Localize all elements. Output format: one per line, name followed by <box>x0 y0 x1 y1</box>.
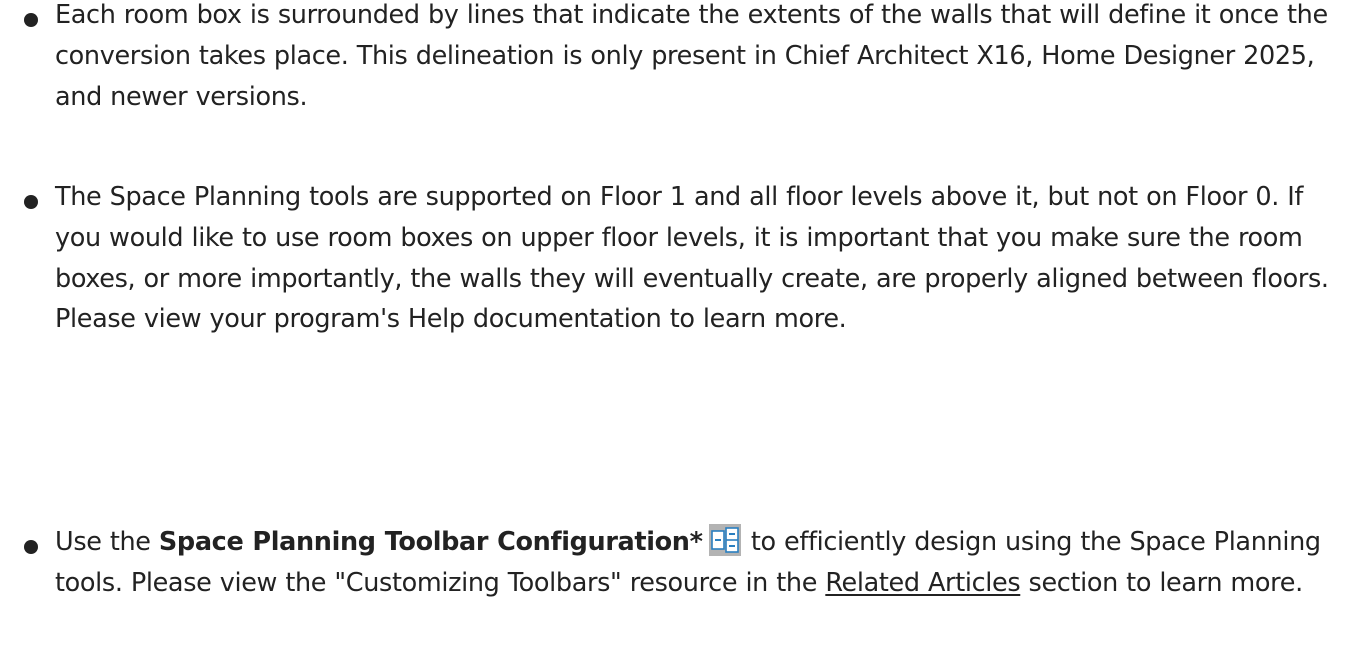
text-prefix: Use the <box>55 527 159 557</box>
bullet-text: The Space Planning tools are supported o… <box>55 182 1329 335</box>
bullet-dot <box>24 540 38 554</box>
bullet-dot <box>24 195 38 209</box>
bullet-text: Use the Space Planning Toolbar Configura… <box>55 522 1345 604</box>
bullet-text: Each room box is surrounded by lines tha… <box>55 0 1328 112</box>
space-planning-toolbar-icon <box>708 524 741 556</box>
document-body: Each room box is surrounded by lines tha… <box>0 0 1359 660</box>
bullet-dot <box>24 13 38 27</box>
related-articles-link[interactable]: Related Articles <box>825 568 1020 598</box>
toolbar-config-name: Space Planning Toolbar Configuration* <box>158 527 703 557</box>
text-suffix: section to learn more. <box>1020 567 1304 598</box>
